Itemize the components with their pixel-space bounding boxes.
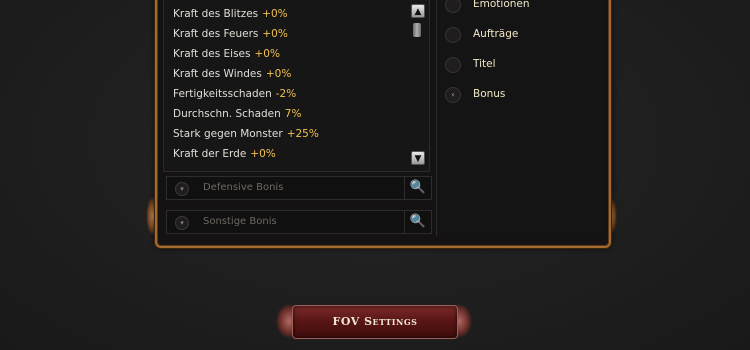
- chevron-left-icon: ‹: [445, 87, 461, 103]
- defensive-bonus-category[interactable]: ▾ Defensive Bonis 🔍: [166, 176, 432, 200]
- stat-label: Kraft des Feuers: [173, 28, 259, 40]
- search-icon[interactable]: 🔍: [404, 177, 431, 199]
- stat-label: Durchschn. Schaden: [173, 108, 281, 120]
- stat-label: Kraft des Windes: [173, 68, 262, 80]
- menu-label: Bonus: [473, 88, 506, 100]
- menu-item-emotionen[interactable]: Emotionen: [445, 0, 600, 18]
- menu-label: Titel: [473, 58, 496, 70]
- expand-toggle-icon[interactable]: ▾: [175, 182, 189, 196]
- character-menu-pane: Emotionen Aufträge Titel ‹ Bonus: [436, 0, 604, 236]
- stat-value: +0%: [265, 68, 292, 80]
- stat-value: +0%: [262, 8, 288, 20]
- menu-circle-icon: [445, 57, 461, 73]
- fov-settings-label: FOV Settings: [292, 305, 458, 339]
- menu-item-titel[interactable]: Titel: [445, 52, 600, 78]
- expand-toggle-icon[interactable]: ▾: [175, 216, 189, 230]
- stat-row: Kraft des Windes +0%: [173, 66, 291, 82]
- scroll-thumb[interactable]: [413, 23, 421, 37]
- stat-value: +0%: [254, 48, 280, 60]
- menu-label: Aufträge: [473, 28, 519, 40]
- stat-row: Kraft des Eises +0%: [173, 46, 280, 62]
- menu-label: Emotionen: [473, 0, 530, 10]
- stat-value: +0%: [250, 148, 276, 160]
- stat-row: Stark gegen Monster +25%: [173, 126, 319, 142]
- stat-label: Kraft des Eises: [173, 48, 251, 60]
- other-bonus-category[interactable]: ▾ Sonstige Bonis 🔍: [166, 210, 432, 234]
- search-icon[interactable]: 🔍: [404, 211, 431, 233]
- menu-circle-icon: [445, 27, 461, 43]
- offensive-bonus-list: Kraft des Blitzes +0% Kraft des Feuers +0%…: [163, 0, 430, 172]
- stat-value: +25%: [286, 128, 319, 140]
- stat-label: Kraft der Erde: [173, 148, 247, 160]
- scroll-up-button[interactable]: ▲: [411, 4, 425, 18]
- stat-row: Kraft der Erde +0%: [173, 146, 276, 162]
- category-label-other: Sonstige Bonis: [203, 216, 277, 227]
- scroll-down-button[interactable]: ▼: [411, 151, 425, 165]
- menu-item-bonus[interactable]: ‹ Bonus: [445, 82, 600, 108]
- category-label-defensive: Defensive Bonis: [203, 182, 284, 193]
- stat-value: -2%: [275, 88, 297, 100]
- stat-row: Kraft des Blitzes +0%: [173, 6, 288, 22]
- menu-item-auftraege[interactable]: Aufträge: [445, 22, 600, 48]
- stat-row: Kraft des Feuers +0%: [173, 26, 288, 42]
- stat-label: Stark gegen Monster: [173, 128, 283, 140]
- menu-circle-icon: [445, 0, 461, 13]
- stats-scrollbar[interactable]: ▲ ▼: [409, 1, 427, 167]
- stat-row: Durchschn. Schaden 7%: [173, 106, 301, 122]
- stat-label: Kraft des Blitzes: [173, 8, 259, 20]
- stat-label: Fertigkeitsschaden: [173, 88, 272, 100]
- bonus-stats-pane: Kraft des Blitzes +0% Kraft des Feuers +0%…: [163, 0, 432, 236]
- fov-settings-button[interactable]: FOV Settings: [276, 300, 472, 342]
- stat-value: +0%: [262, 28, 288, 40]
- stat-row: Fertigkeitsschaden -2%: [173, 86, 296, 102]
- stat-value: 7%: [284, 108, 302, 120]
